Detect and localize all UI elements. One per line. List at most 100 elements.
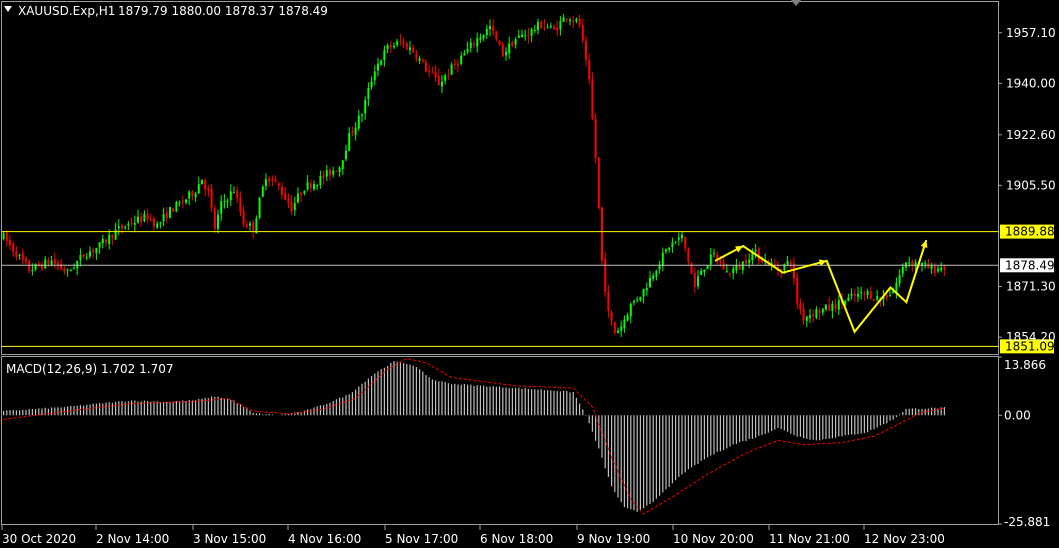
candle-body [671, 242, 674, 247]
candle-body [860, 292, 863, 294]
candle-body [98, 242, 101, 248]
candle-body [633, 300, 635, 303]
candle-body [815, 309, 818, 318]
candle-body [620, 326, 623, 331]
candle-body [322, 175, 325, 178]
candle-body [588, 60, 591, 80]
candle-body [617, 330, 619, 334]
ohlc-label: 1879.79 1880.00 1878.37 1878.49 [118, 4, 328, 18]
candle-body [825, 304, 827, 310]
candle-body [418, 58, 421, 61]
candle-body [425, 62, 427, 72]
candle-body [722, 262, 725, 270]
candle-body [652, 275, 655, 279]
candle-body [25, 258, 27, 263]
candle-body [873, 299, 875, 301]
time-axis-label: 6 Nov 18:00 [480, 532, 553, 546]
candle-body [853, 293, 856, 297]
candle-body [498, 40, 501, 45]
candle-body [642, 289, 645, 297]
candle-body [639, 296, 642, 301]
candle-body [357, 115, 360, 129]
candle-body [748, 259, 751, 264]
candle-body [479, 37, 482, 40]
candle-body [5, 232, 8, 241]
candle-body [649, 277, 651, 288]
candle-body [31, 270, 34, 272]
candle-body [473, 43, 475, 45]
candle-body [562, 17, 565, 23]
candle-body [47, 259, 50, 265]
candle-body [725, 271, 728, 273]
candle-body [501, 43, 504, 57]
candle-body [409, 47, 411, 50]
candle-body [703, 269, 706, 273]
candle-body [821, 308, 824, 313]
candle-body [431, 71, 434, 73]
candle-body [348, 132, 351, 151]
candle-body [82, 254, 85, 257]
candle-body [338, 167, 341, 173]
candle-body [258, 198, 261, 218]
time-axis-label: 30 Oct 2020 [2, 532, 76, 546]
candle-body [92, 250, 95, 252]
candle-body [831, 303, 834, 312]
candle-body [901, 266, 904, 274]
candle-body [546, 27, 549, 29]
candle-body [866, 291, 869, 295]
candle-body [869, 291, 872, 299]
candle-body [85, 257, 88, 259]
candle-body [367, 87, 370, 100]
candle-body [233, 192, 235, 194]
candle-body [565, 18, 568, 20]
candle-body [610, 312, 613, 321]
macd-axis-label: 0.00 [1004, 408, 1031, 422]
candle-body [197, 184, 200, 194]
time-axis-label: 10 Nov 20:00 [673, 532, 754, 546]
candle-body [137, 216, 139, 223]
candle-body [655, 270, 658, 277]
candle-body [607, 291, 610, 311]
candle-body [834, 304, 837, 310]
candle-body [684, 236, 687, 249]
candle-body [863, 293, 866, 295]
candle-body [236, 190, 239, 199]
candle-body [287, 198, 290, 204]
time-axis-label: 5 Nov 17:00 [385, 532, 458, 546]
candle-body [636, 299, 639, 301]
candle-body [575, 18, 578, 22]
candle-body [290, 202, 293, 212]
candle-body [668, 248, 671, 250]
candle-body [268, 178, 271, 182]
candle-body [108, 234, 111, 245]
candle-body [21, 253, 24, 260]
candle-body [489, 26, 491, 30]
candle-body [185, 199, 187, 203]
candle-body [380, 60, 383, 66]
price-axis-label: 1940.00 [1006, 76, 1056, 90]
candle-body [412, 47, 415, 53]
candle-body [12, 243, 15, 252]
candle-body [383, 50, 386, 61]
candle-body [261, 186, 264, 197]
candle-body [514, 39, 517, 45]
candle-body [930, 266, 933, 269]
candle-body [335, 170, 338, 172]
candle-body [444, 75, 447, 81]
candle-body [245, 224, 248, 228]
candle-body [837, 300, 840, 310]
candle-body [789, 262, 792, 265]
candle-body [281, 186, 283, 195]
candle-body [159, 222, 162, 224]
candle-body [73, 268, 75, 270]
candle-body [361, 114, 363, 116]
candle-body [252, 222, 255, 232]
candle-body [895, 282, 898, 293]
candle-body [601, 207, 603, 261]
candle-body [908, 262, 911, 264]
candle-body [303, 190, 306, 194]
candle-body [732, 268, 735, 274]
candle-body [127, 223, 130, 226]
candle-body [847, 297, 850, 302]
candle-body [681, 234, 683, 239]
